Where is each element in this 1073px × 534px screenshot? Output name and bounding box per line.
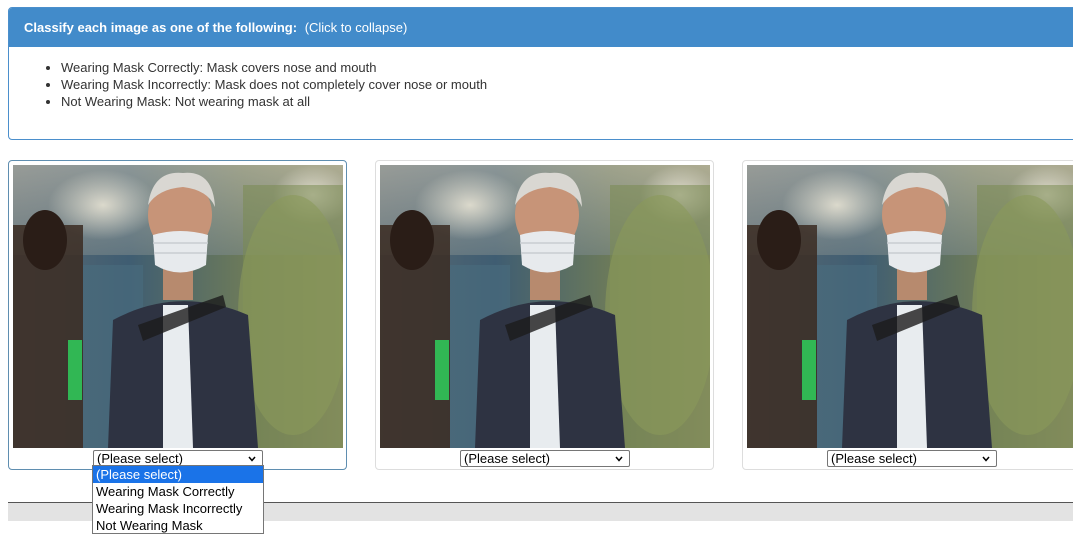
- list-item: Wearing Mask Incorrectly: Mask does not …: [61, 76, 1073, 93]
- instructions-header[interactable]: Classify each image as one of the follow…: [9, 8, 1073, 47]
- dropdown-option-please-select[interactable]: (Please select): [93, 466, 263, 483]
- classification-select[interactable]: (Please select): [460, 450, 630, 467]
- classification-select[interactable]: (Please select): [827, 450, 997, 467]
- instructions-panel: Classify each image as one of the follow…: [8, 7, 1073, 140]
- list-item: Wearing Mask Correctly: Mask covers nose…: [61, 59, 1073, 76]
- image-card: (Please select): [742, 160, 1073, 470]
- collapse-hint: (Click to collapse): [304, 20, 408, 35]
- chevron-down-icon: [615, 456, 623, 462]
- classification-dropdown-list: (Please select) Wearing Mask Correctly W…: [92, 465, 264, 534]
- image-card: (Please select): [375, 160, 714, 470]
- person-photo: [13, 165, 343, 448]
- dropdown-option-wearing-mask-correctly[interactable]: Wearing Mask Correctly: [93, 483, 263, 500]
- chevron-down-icon: [982, 456, 990, 462]
- image-card: (Please select): [8, 160, 347, 470]
- instructions-title: Classify each image as one of the follow…: [24, 20, 298, 35]
- dropdown-option-not-wearing-mask[interactable]: Not Wearing Mask: [93, 517, 263, 534]
- dropdown-option-wearing-mask-incorrectly[interactable]: Wearing Mask Incorrectly: [93, 500, 263, 517]
- select-value: (Please select): [464, 451, 550, 466]
- instructions-list: Wearing Mask Correctly: Mask covers nose…: [9, 59, 1073, 110]
- person-photo: [380, 165, 710, 448]
- select-value: (Please select): [97, 451, 183, 466]
- select-value: (Please select): [831, 451, 917, 466]
- instructions-body: Wearing Mask Correctly: Mask covers nose…: [9, 47, 1073, 110]
- chevron-down-icon: [248, 456, 256, 462]
- person-photo: [747, 165, 1073, 448]
- list-item: Not Wearing Mask: Not wearing mask at al…: [61, 93, 1073, 110]
